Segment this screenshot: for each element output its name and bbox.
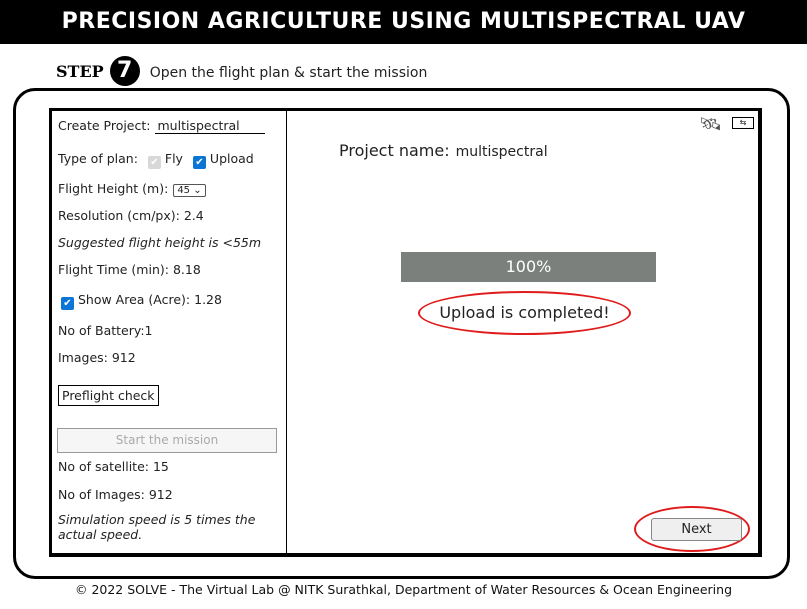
project-name-value: multispectral — [455, 144, 548, 160]
project-name-label: Project name: — [339, 141, 450, 160]
start-mission-button[interactable]: Start the mission — [57, 428, 277, 453]
battery-count: No of Battery:1 — [58, 323, 153, 338]
flight-height-select[interactable]: 45 ⌄ — [173, 184, 206, 197]
simulation-speed-line1: Simulation speed is 5 times the — [58, 512, 256, 527]
plan-type-label: Type of plan: — [58, 151, 138, 166]
project-input[interactable]: multispectral — [154, 118, 265, 134]
simulation-speed-line2: actual speed. — [58, 527, 143, 542]
preflight-check-button[interactable]: Preflight check — [58, 385, 159, 406]
step-number: 7 — [109, 56, 140, 86]
step-label: STEP — [56, 61, 104, 81]
fly-checkbox[interactable]: ✔ — [147, 156, 161, 169]
upload-progress-bar: 100% — [401, 252, 656, 282]
resolution: Resolution (cm/px): 2.4 — [58, 208, 204, 223]
simulator-panel: Create Project: multispectral Type of pla… — [49, 108, 762, 557]
upload-status: Upload is completed! — [418, 291, 631, 335]
step-header: STEP 7 Open the flight plan & start the … — [56, 56, 427, 86]
footer: © 2022 SOLVE - The Virtual Lab @ NITK Su… — [74, 582, 733, 597]
images-count: Images: 912 — [58, 350, 136, 365]
flight-height-value: 45 — [177, 185, 191, 196]
next-button[interactable]: Next — [651, 518, 742, 541]
create-project-label: Create Project: — [58, 118, 151, 133]
show-area-checkbox[interactable]: ✔ — [61, 297, 74, 310]
battery-icon: ⇆ — [732, 117, 754, 129]
flight-time: Flight Time (min): 8.18 — [58, 262, 201, 277]
fly-label: Fly — [164, 151, 183, 166]
page-title: PRECISION AGRICULTURE USING MULTISPECTRA… — [0, 0, 807, 44]
suggested-height: Suggested flight height is <55m — [58, 235, 262, 250]
satellite-icon: 🛰 — [699, 114, 722, 135]
show-area: Show Area (Acre): 1.28 — [77, 292, 222, 307]
satellite-count: No of satellite: 15 — [58, 459, 169, 474]
mission-view: 🛰 ⇆ Project name: multispectral 100% Uplo… — [288, 111, 758, 553]
upload-label: Upload — [209, 151, 254, 166]
control-panel: Create Project: multispectral Type of pla… — [52, 111, 287, 553]
no-of-images: No of Images: 912 — [58, 487, 173, 502]
step-text: Open the flight plan & start the mission — [149, 65, 428, 81]
upload-checkbox[interactable]: ✔ — [192, 156, 206, 169]
flight-height-label: Flight Height (m): — [58, 181, 169, 196]
